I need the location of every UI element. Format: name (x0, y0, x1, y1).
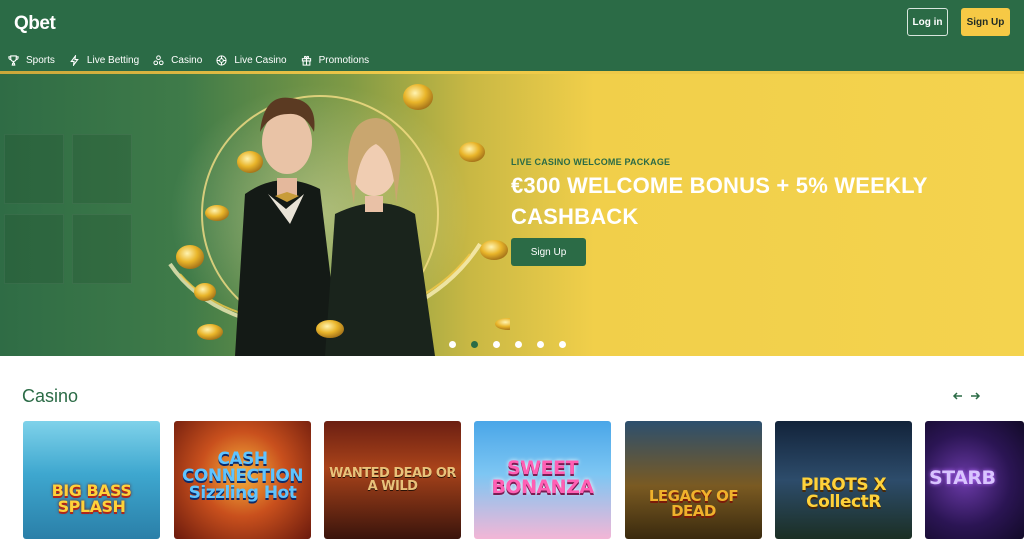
game-title: CASH CONNECTION Sizzling Hot (181, 449, 304, 503)
main-nav: Sports Live Betting Casino Live Casino P… (8, 52, 369, 68)
lightning-icon (70, 54, 79, 66)
carousel-prev-button[interactable] (951, 389, 965, 403)
nav-label: Promotions (318, 54, 370, 66)
arrow-left-icon (952, 392, 962, 400)
login-button[interactable]: Log in (907, 8, 948, 36)
carousel-dots (449, 341, 566, 348)
hero-eyebrow: LIVE CASINO WELCOME PACKAGE (511, 157, 671, 167)
dealers-illustration (168, 84, 510, 356)
nav-item-live-betting[interactable]: Live Betting (69, 54, 140, 66)
nav-label: Casino (171, 54, 203, 66)
game-title: BIG BASS SPLASH (51, 481, 132, 516)
background-window (4, 214, 64, 284)
chips-icon (153, 54, 164, 65)
casino-games-row: BIG BASS SPLASH CASH CONNECTION Sizzling… (23, 421, 1024, 539)
nav-item-live-casino[interactable]: Live Casino (216, 54, 287, 66)
game-title: STARB (929, 467, 996, 489)
carousel-dot[interactable] (515, 341, 522, 348)
hero-signup-button[interactable]: Sign Up (511, 238, 586, 266)
hero-title: €300 WELCOME BONUS + 5% WEEKLY CASHBACK (511, 173, 928, 229)
nav-label: Sports (26, 54, 55, 66)
background-window (72, 134, 132, 204)
nav-item-sports[interactable]: Sports (8, 55, 55, 66)
qbet-logo[interactable]: Qbet (14, 13, 56, 35)
game-tile-cash-connection[interactable]: CASH CONNECTION Sizzling Hot (174, 421, 311, 539)
carousel-next-button[interactable] (968, 389, 982, 403)
game-title: PIROTS X CollectR (800, 475, 887, 512)
background-window (4, 134, 64, 204)
game-title: SWEET BONANZA (491, 457, 594, 498)
carousel-dot[interactable] (449, 341, 456, 348)
game-tile-wanted[interactable]: WANTED DEAD OR A WILD (324, 421, 461, 539)
hero-banner[interactable]: LIVE CASINO WELCOME PACKAGE €300 WELCOME… (0, 74, 1024, 356)
game-tile-big-bass-splash[interactable]: BIG BASS SPLASH (23, 421, 160, 539)
nav-label: Live Betting (86, 54, 140, 66)
carousel-dot[interactable] (537, 341, 544, 348)
game-tile-pirots-x[interactable]: PIROTS X CollectR (775, 421, 912, 539)
nav-item-promotions[interactable]: Promotions (301, 54, 370, 66)
game-title: LEGACY OF DEAD (648, 487, 739, 520)
nav-item-casino[interactable]: Casino (153, 55, 202, 66)
signup-button[interactable]: Sign Up (961, 8, 1010, 36)
gift-icon (301, 55, 311, 66)
trophy-icon (8, 54, 19, 66)
carousel-dot[interactable] (559, 341, 566, 348)
carousel-dot[interactable] (471, 341, 478, 348)
game-tile-legacy-of-dead[interactable]: LEGACY OF DEAD (625, 421, 762, 539)
site-header: Qbet Log in Sign Up Sports Live Betting … (0, 0, 1024, 74)
casino-section-title: Casino (22, 386, 79, 406)
roulette-icon (216, 54, 227, 66)
game-tile-sweet-bonanza[interactable]: SWEET BONANZA (474, 421, 611, 539)
background-window (72, 214, 132, 284)
arrow-right-icon (971, 392, 981, 400)
carousel-dot[interactable] (493, 341, 500, 348)
game-tile-starburst[interactable]: STARB (925, 421, 1024, 539)
nav-label: Live Casino (234, 54, 287, 66)
game-title: WANTED DEAD OR A WILD (329, 466, 456, 494)
